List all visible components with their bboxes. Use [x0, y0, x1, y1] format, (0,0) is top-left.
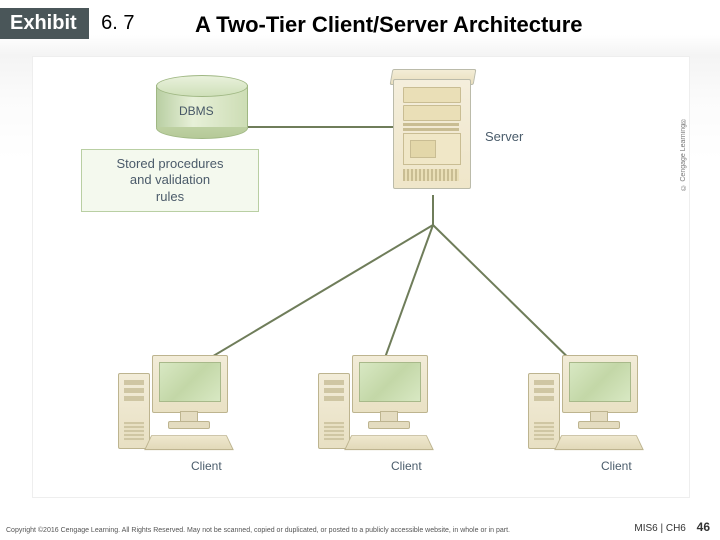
client-3-label: Client: [601, 459, 632, 473]
client-3-icon: [528, 355, 648, 465]
stored-procedures-text: Stored procedures and validation rules: [117, 156, 224, 204]
exhibit-number: 6. 7: [101, 8, 134, 35]
client-1-icon: [118, 355, 238, 465]
architecture-diagram: DBMS Stored procedures and validation ru…: [32, 56, 690, 498]
footer-right: MIS6 | CH6 46: [634, 520, 710, 534]
client-2-label: Client: [391, 459, 422, 473]
book-reference: MIS6 | CH6: [634, 523, 686, 534]
page-number: 46: [697, 520, 710, 534]
side-copyright: © Cengage Learning®: [680, 117, 687, 191]
slide-title: A Two-Tier Client/Server Architecture: [195, 12, 583, 38]
exhibit-badge: Exhibit: [0, 8, 89, 39]
client-1-label: Client: [191, 459, 222, 473]
dbms-label: DBMS: [179, 104, 214, 118]
client-2-icon: [318, 355, 438, 465]
server-label: Server: [485, 129, 523, 144]
footer-copyright: Copyright ©2016 Cengage Learning. All Ri…: [6, 527, 510, 534]
stored-procedures-box: Stored procedures and validation rules: [81, 149, 259, 212]
server-icon: [393, 79, 471, 189]
slide-header: Exhibit 6. 7 A Two-Tier Client/Server Ar…: [0, 8, 720, 48]
